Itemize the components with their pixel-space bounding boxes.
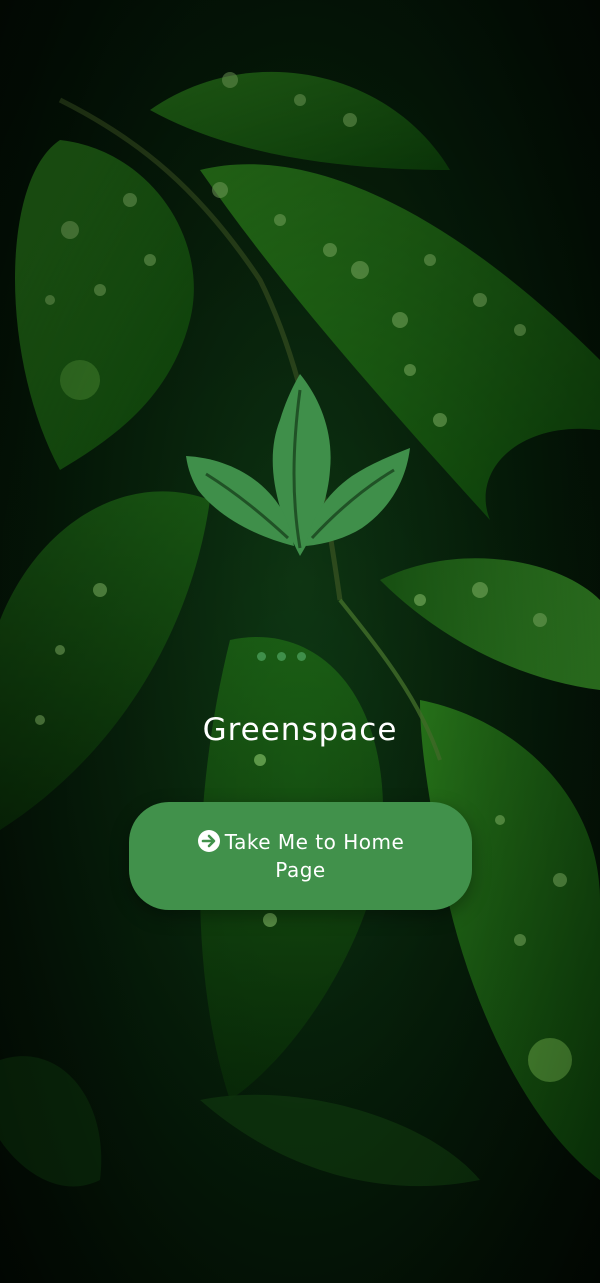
home-button-label: Take Me to Home Page xyxy=(224,830,405,882)
loading-indicator xyxy=(257,652,307,662)
app-name: Greenspace xyxy=(202,712,398,748)
loading-dot xyxy=(277,652,286,661)
loading-dot xyxy=(257,652,266,661)
home-button-content: Take Me to Home Page xyxy=(176,828,426,884)
leaf-logo-icon xyxy=(186,374,410,556)
background-leaves-image xyxy=(0,0,600,1283)
loading-dot xyxy=(297,652,306,661)
arrow-right-circle-icon xyxy=(197,830,220,852)
take-me-home-button[interactable]: Take Me to Home Page xyxy=(129,802,472,910)
splash-screen: Greenspace Take Me to Home Page xyxy=(0,0,600,1283)
